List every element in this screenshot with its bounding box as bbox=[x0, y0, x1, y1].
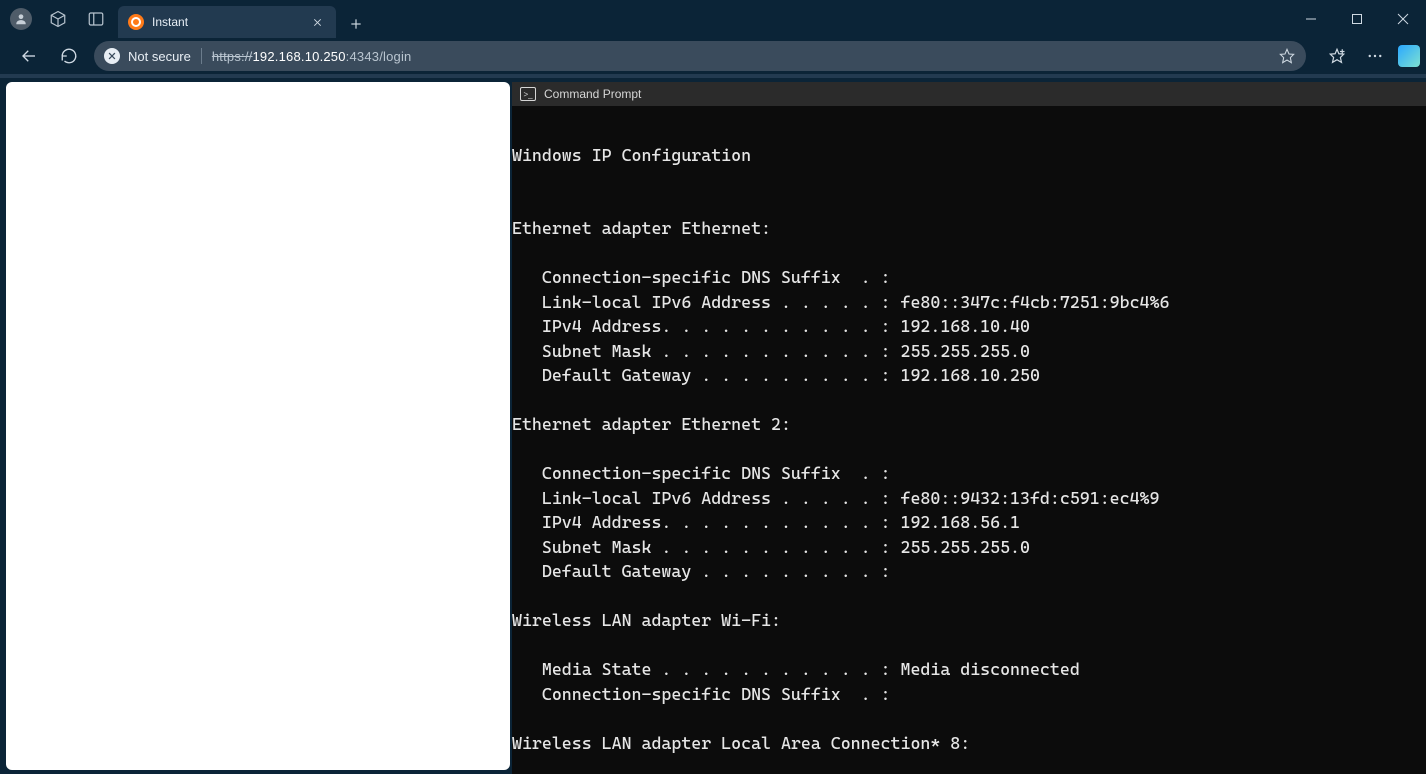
settings-menu-button[interactable] bbox=[1360, 41, 1390, 71]
panel-icon bbox=[87, 10, 105, 28]
url-scheme: https:// bbox=[212, 49, 253, 64]
copilot-button[interactable] bbox=[1398, 45, 1420, 67]
star-plus-icon bbox=[1328, 47, 1346, 65]
arrow-left-icon bbox=[20, 47, 38, 65]
x-icon bbox=[107, 51, 117, 61]
close-icon bbox=[312, 17, 323, 28]
favorite-button[interactable] bbox=[1278, 47, 1296, 65]
site-info-button[interactable]: Not secure bbox=[104, 48, 191, 64]
browser-titlebar: Instant bbox=[0, 0, 1426, 38]
tab-actions-button[interactable] bbox=[84, 7, 108, 31]
new-tab-button[interactable] bbox=[342, 10, 370, 38]
address-bar[interactable]: Not secure https://192.168.10.250:4343/l… bbox=[94, 41, 1306, 71]
command-prompt-title: Command Prompt bbox=[544, 87, 641, 101]
tab-favicon bbox=[128, 14, 144, 30]
refresh-button[interactable] bbox=[54, 41, 84, 71]
cube-icon bbox=[49, 10, 67, 28]
url-text: https://192.168.10.250:4343/login bbox=[212, 49, 412, 64]
url-path: :4343/login bbox=[346, 49, 412, 64]
workspaces-button[interactable] bbox=[46, 7, 70, 31]
content-viewport: >_ Command Prompt Windows IP Configurati… bbox=[0, 78, 1426, 774]
browser-toolbar: Not secure https://192.168.10.250:4343/l… bbox=[0, 38, 1426, 74]
back-button[interactable] bbox=[14, 41, 44, 71]
window-minimize-button[interactable] bbox=[1288, 0, 1334, 38]
profile-avatar[interactable] bbox=[10, 8, 32, 30]
command-prompt-window[interactable]: >_ Command Prompt Windows IP Configurati… bbox=[512, 82, 1426, 774]
toolbar-right-cluster bbox=[1316, 41, 1420, 71]
ellipsis-icon bbox=[1366, 47, 1384, 65]
window-controls bbox=[1288, 0, 1426, 38]
close-icon bbox=[1397, 13, 1409, 25]
favorites-button[interactable] bbox=[1322, 41, 1352, 71]
minimize-icon bbox=[1305, 13, 1317, 25]
browser-page-content[interactable] bbox=[6, 82, 510, 770]
url-host: 192.168.10.250 bbox=[253, 49, 346, 64]
titlebar-left-cluster bbox=[0, 0, 108, 38]
window-close-button[interactable] bbox=[1380, 0, 1426, 38]
terminal-icon: >_ bbox=[520, 87, 536, 101]
not-secure-badge bbox=[104, 48, 120, 64]
star-icon bbox=[1279, 48, 1295, 64]
window-maximize-button[interactable] bbox=[1334, 0, 1380, 38]
browser-tab[interactable]: Instant bbox=[118, 6, 336, 38]
person-icon bbox=[14, 12, 28, 26]
not-secure-label: Not secure bbox=[128, 49, 191, 64]
maximize-icon bbox=[1351, 13, 1363, 25]
tab-title: Instant bbox=[152, 15, 300, 29]
omnibox-divider bbox=[201, 48, 202, 64]
command-prompt-output[interactable]: Windows IP Configuration Ethernet adapte… bbox=[512, 106, 1426, 774]
command-prompt-titlebar[interactable]: >_ Command Prompt bbox=[512, 82, 1426, 106]
tab-strip: Instant bbox=[118, 0, 370, 38]
refresh-icon bbox=[60, 47, 78, 65]
tab-close-button[interactable] bbox=[308, 13, 326, 31]
plus-icon bbox=[349, 17, 363, 31]
